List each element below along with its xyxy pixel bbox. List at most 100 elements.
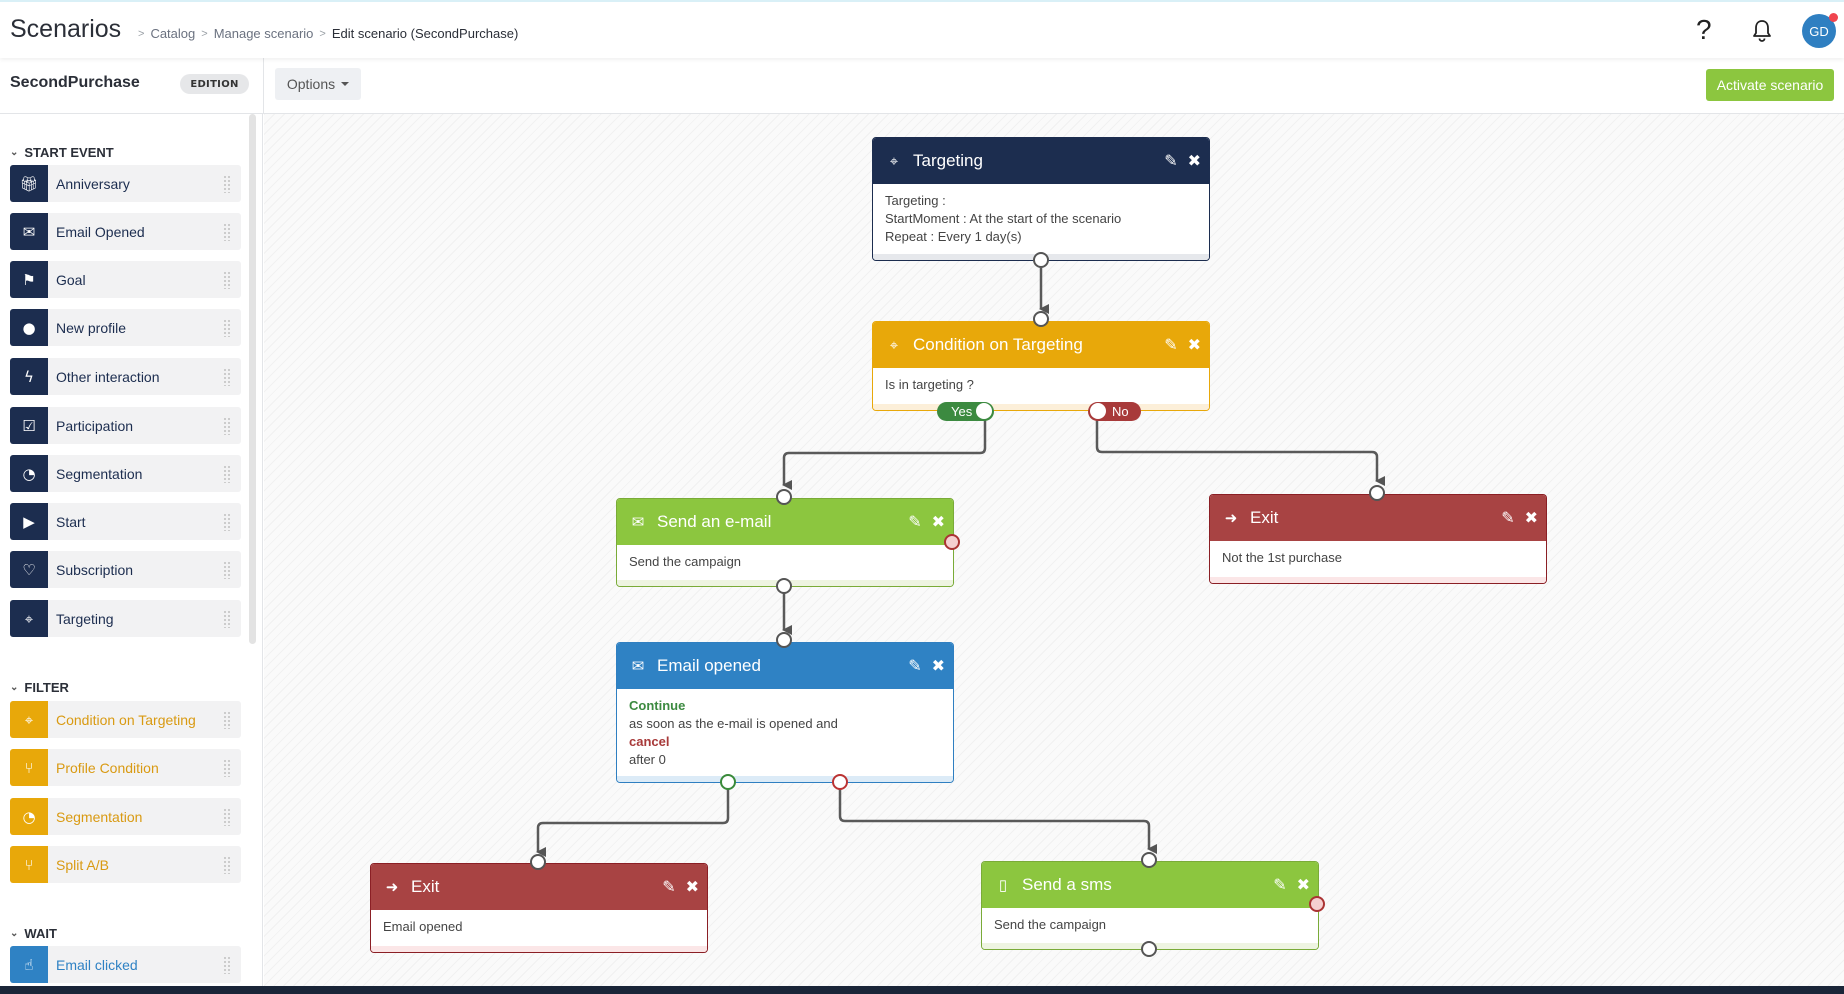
cancel-label: cancel — [629, 734, 670, 749]
no-branch-port[interactable]: No — [1088, 402, 1141, 421]
options-dropdown-button[interactable]: Options — [275, 68, 361, 100]
palette-item-label: Goal — [56, 271, 86, 288]
continue-port[interactable] — [720, 774, 736, 790]
drag-handle-icon[interactable] — [223, 319, 231, 337]
pencil-icon[interactable]: ✎ — [908, 512, 921, 532]
palette-item-label: Subscription — [56, 561, 134, 578]
notification-dot — [1829, 13, 1838, 22]
drag-handle-icon[interactable] — [223, 513, 231, 531]
error-port[interactable] — [944, 534, 960, 550]
drag-handle-icon[interactable] — [223, 759, 231, 777]
help-icon[interactable]: ? — [1696, 14, 1712, 46]
palette-item-email-clicked[interactable]: ☝ Email clicked — [10, 946, 241, 983]
output-port[interactable] — [1141, 941, 1157, 957]
yes-branch-port[interactable]: Yes — [937, 402, 995, 421]
palette-item-subscription[interactable]: ♡ Subscription — [10, 551, 241, 588]
sign-out-icon: ➜ — [385, 879, 399, 896]
app-title: Scenarios — [10, 15, 122, 43]
node-text: Not the 1st purchase — [1222, 550, 1342, 565]
breadcrumb-current: Edit scenario (SecondPurchase) — [331, 26, 519, 41]
input-port[interactable] — [776, 489, 792, 505]
input-port[interactable] — [1033, 311, 1049, 327]
activate-scenario-button[interactable]: Activate scenario — [1706, 69, 1834, 101]
breadcrumb-manage-scenario[interactable]: Manage scenario — [214, 26, 314, 41]
drag-handle-icon[interactable] — [223, 271, 231, 289]
close-icon[interactable]: ✖ — [932, 512, 945, 532]
drag-handle-icon[interactable] — [223, 610, 231, 628]
scenario-toolbar: SecondPurchase EDITION Options Activate … — [0, 58, 1844, 114]
palette-item-new-profile[interactable]: ● New profile — [10, 309, 241, 346]
close-icon[interactable]: ✖ — [1525, 508, 1538, 528]
breadcrumb-catalog[interactable]: Catalog — [150, 26, 195, 41]
node-body: Send the campaign — [617, 545, 953, 580]
user-avatar[interactable]: GD — [1802, 13, 1838, 48]
no-label: No — [1112, 404, 1129, 419]
pencil-icon[interactable]: ✎ — [662, 877, 675, 897]
pencil-icon[interactable]: ✎ — [1273, 875, 1286, 895]
node-footer — [371, 946, 707, 952]
palette-item-segmentation-filter[interactable]: ◔ Segmentation — [10, 798, 241, 835]
drag-handle-icon[interactable] — [223, 175, 231, 193]
close-icon[interactable]: ✖ — [1188, 335, 1201, 355]
drag-handle-icon[interactable] — [223, 856, 231, 874]
drag-handle-icon[interactable] — [223, 223, 231, 241]
palette-item-anniversary[interactable]: 🎁︎ Anniversary — [10, 165, 241, 202]
sidebar-scrollbar[interactable] — [249, 114, 256, 644]
pencil-icon[interactable]: ✎ — [1164, 151, 1177, 171]
node-send-sms[interactable]: ▯ Send a sms ✎ ✖ Send the campaign — [981, 861, 1319, 950]
palette-item-label: Participation — [56, 417, 134, 434]
node-exit-email-opened[interactable]: ➜ Exit ✎ ✖ Email opened — [370, 863, 708, 953]
drag-handle-icon[interactable] — [223, 561, 231, 579]
node-send-email[interactable]: ✉ Send an e-mail ✎ ✖ Send the campaign — [616, 498, 954, 587]
palette-item-condition-on-targeting[interactable]: ⌖ Condition on Targeting — [10, 701, 241, 738]
close-icon[interactable]: ✖ — [932, 656, 945, 676]
close-icon[interactable]: ✖ — [1297, 875, 1310, 895]
palette-item-segmentation[interactable]: ◔ Segmentation — [10, 455, 241, 492]
pencil-icon[interactable]: ✎ — [1164, 335, 1177, 355]
bell-icon[interactable] — [1750, 18, 1774, 44]
node-targeting[interactable]: ⌖ Targeting ✎ ✖ Targeting : StartMoment … — [872, 137, 1210, 261]
pencil-icon[interactable]: ✎ — [908, 656, 921, 676]
section-wait[interactable]: ⌄ WAIT — [10, 926, 57, 941]
node-header: ⌖ Condition on Targeting ✎ ✖ — [873, 322, 1209, 368]
palette-item-other-interaction[interactable]: ϟ Other interaction — [10, 358, 241, 395]
flag-icon: ⚑ — [10, 261, 48, 298]
drag-handle-icon[interactable] — [223, 956, 231, 974]
drag-handle-icon[interactable] — [223, 711, 231, 729]
node-condition-on-targeting[interactable]: ⌖ Condition on Targeting ✎ ✖ Is in targe… — [872, 321, 1210, 411]
block-palette-sidebar: ⌄ START EVENT 🎁︎ Anniversary ✉ Email Ope… — [0, 114, 263, 994]
input-port[interactable] — [1369, 485, 1385, 501]
input-port[interactable] — [776, 632, 792, 648]
drag-handle-icon[interactable] — [223, 465, 231, 483]
palette-item-targeting[interactable]: ⌖ Targeting — [10, 600, 241, 637]
palette-item-participation[interactable]: ☑ Participation — [10, 407, 241, 444]
drag-handle-icon[interactable] — [223, 417, 231, 435]
node-title: Send a sms — [1022, 875, 1112, 894]
yes-label: Yes — [951, 404, 973, 419]
breadcrumb-separator-icon: > — [138, 27, 145, 40]
palette-item-goal[interactable]: ⚑ Goal — [10, 261, 241, 298]
output-port[interactable] — [1033, 252, 1049, 268]
chevron-down-icon: ⌄ — [10, 928, 19, 939]
close-icon[interactable]: ✖ — [686, 877, 699, 897]
node-exit-not-first-purchase[interactable]: ➜ Exit ✎ ✖ Not the 1st purchase — [1209, 494, 1547, 584]
node-text: Send the campaign — [629, 554, 742, 569]
input-port[interactable] — [1141, 852, 1157, 868]
error-port[interactable] — [1309, 896, 1325, 912]
section-filter[interactable]: ⌄ FILTER — [10, 680, 69, 695]
pencil-icon[interactable]: ✎ — [1501, 508, 1514, 528]
node-body: Targeting : StartMoment : At the start o… — [873, 184, 1209, 254]
drag-handle-icon[interactable] — [223, 808, 231, 826]
close-icon[interactable]: ✖ — [1188, 151, 1201, 171]
palette-item-profile-condition[interactable]: ⑂ Profile Condition — [10, 749, 241, 786]
cancel-port[interactable] — [832, 774, 848, 790]
node-email-opened[interactable]: ✉ Email opened ✎ ✖ Continue as soon as t… — [616, 642, 954, 783]
palette-item-email-opened[interactable]: ✉ Email Opened — [10, 213, 241, 250]
palette-item-split-ab[interactable]: ⑂ Split A/B — [10, 846, 241, 883]
palette-item-start[interactable]: ▶ Start — [10, 503, 241, 540]
input-port[interactable] — [530, 854, 546, 870]
node-title: Exit — [1250, 508, 1279, 527]
section-start-event[interactable]: ⌄ START EVENT — [10, 145, 114, 160]
drag-handle-icon[interactable] — [223, 368, 231, 386]
output-port[interactable] — [776, 578, 792, 594]
